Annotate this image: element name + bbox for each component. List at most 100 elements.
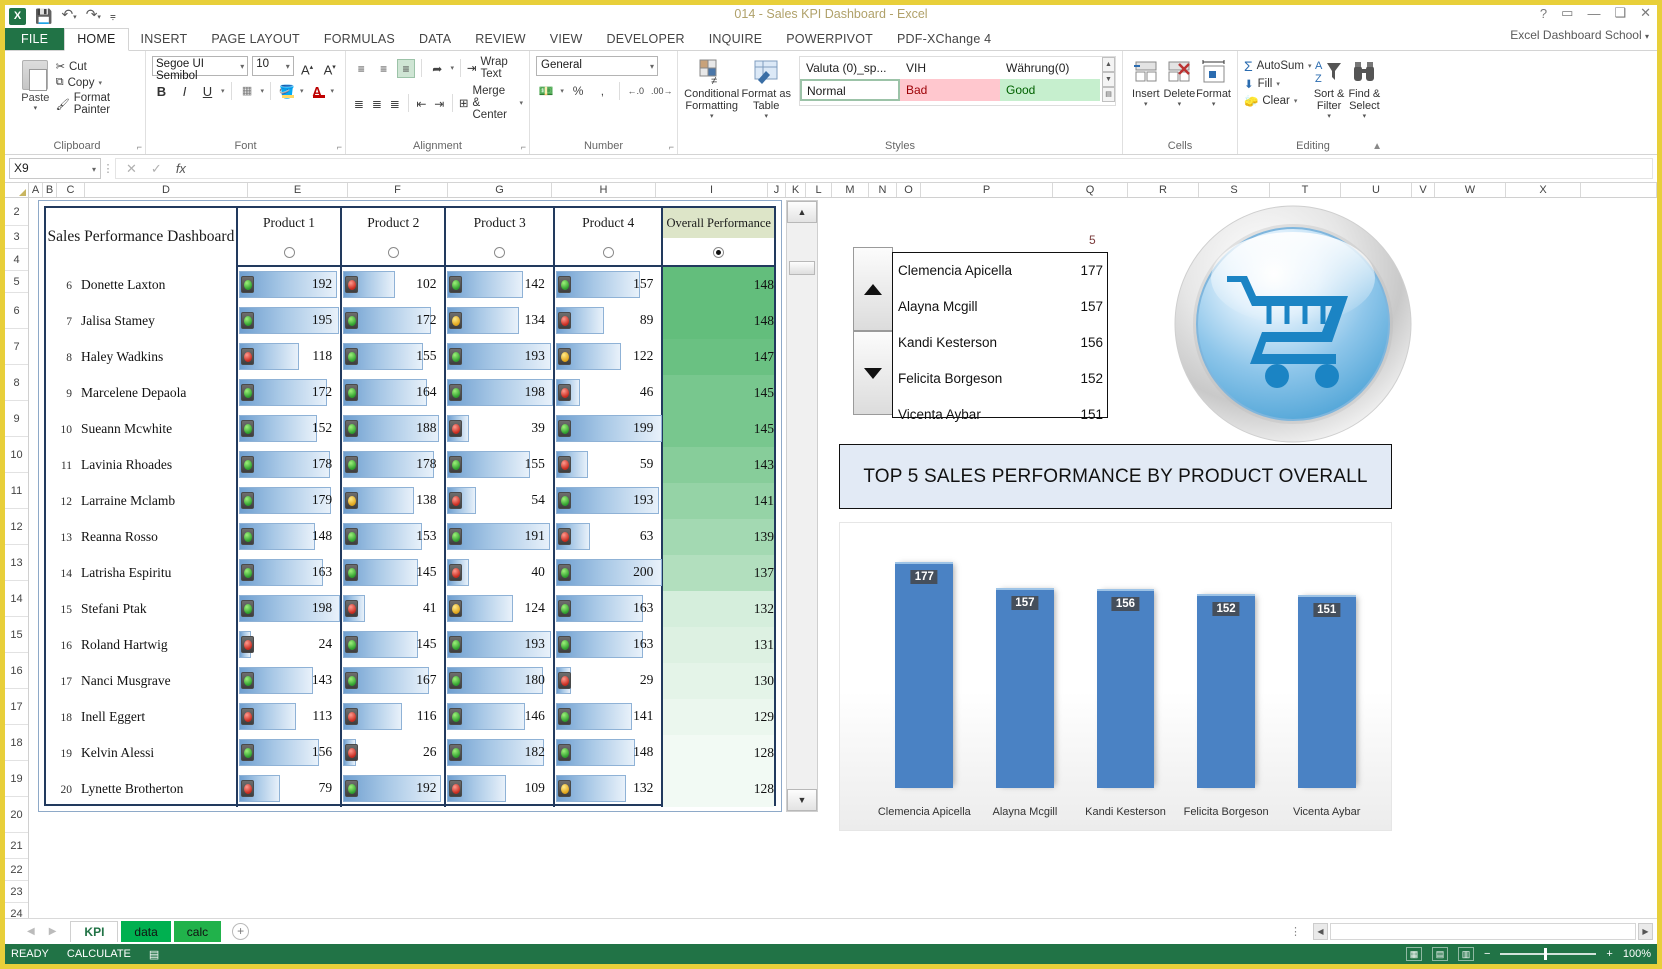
table-row[interactable]: 20Lynette Brotherton79192109132128: [46, 771, 774, 807]
number-dialog-launcher[interactable]: ⌐: [669, 142, 674, 152]
row-8[interactable]: 8: [5, 365, 28, 401]
align-top-icon[interactable]: ≡: [352, 59, 370, 78]
hscroll-left-button[interactable]: ◀: [1313, 923, 1328, 940]
orientation-icon[interactable]: ➦: [428, 59, 446, 78]
styles-gallery-scroll[interactable]: ▲ ▼ ▤: [1102, 57, 1115, 105]
row-13[interactable]: 13: [5, 545, 28, 581]
align-right-icon[interactable]: ≣: [388, 94, 402, 113]
style-valuta[interactable]: Valuta (0)_sp...: [800, 57, 900, 79]
table-row[interactable]: 9Marcelene Depaola17216419846145: [46, 375, 774, 411]
radio-icon[interactable]: [388, 247, 399, 258]
window-controls[interactable]: ? ▭ — ❑ ✕: [1540, 5, 1651, 21]
sheet-overflow-icon[interactable]: ⋮: [1290, 925, 1303, 938]
col-R[interactable]: R: [1128, 183, 1199, 197]
sheet-tab-data[interactable]: data: [121, 921, 170, 942]
spinner-down-button[interactable]: [853, 331, 893, 415]
style-normal[interactable]: Normal: [800, 79, 900, 101]
select-all-corner[interactable]: [5, 183, 29, 197]
col-A[interactable]: A: [29, 183, 43, 197]
sheet-tab-kpi[interactable]: KPI: [70, 921, 118, 942]
radio-icon[interactable]: [284, 247, 295, 258]
style-good[interactable]: Good: [1000, 79, 1100, 101]
col-F[interactable]: F: [348, 183, 448, 197]
tab-inquire[interactable]: INQUIRE: [697, 29, 775, 50]
row-10[interactable]: 10: [5, 437, 28, 473]
radio-overall-performance[interactable]: [662, 238, 774, 266]
row-18[interactable]: 18: [5, 725, 28, 761]
add-sheet-button[interactable]: +: [232, 923, 249, 940]
row-24[interactable]: 24: [5, 903, 28, 918]
table-row[interactable]: 18Inell Eggert113116146141129: [46, 699, 774, 735]
col-U[interactable]: U: [1341, 183, 1412, 197]
tab-home[interactable]: HOME: [64, 28, 128, 51]
row-16[interactable]: 16: [5, 653, 28, 689]
clear-button[interactable]: 🧽Clear▾: [1244, 94, 1311, 108]
collapse-ribbon-icon[interactable]: ▲: [1372, 141, 1382, 152]
col-T[interactable]: T: [1270, 183, 1341, 197]
ribbon-display-options-icon[interactable]: ▭: [1561, 5, 1573, 21]
copy-button[interactable]: ⧉Copy▾: [56, 76, 139, 89]
col-D[interactable]: D: [85, 183, 248, 197]
row-12[interactable]: 12: [5, 509, 28, 545]
col-C[interactable]: C: [57, 183, 85, 197]
align-middle-icon[interactable]: ≡: [374, 59, 392, 78]
radio-product-4[interactable]: [554, 238, 662, 266]
alignment-dialog-launcher[interactable]: ⌐: [521, 142, 526, 152]
borders-dropdown-icon[interactable]: ▾: [261, 87, 265, 95]
row-23[interactable]: 23: [5, 881, 28, 903]
wrap-text-button[interactable]: ⇥Wrap Text: [467, 56, 523, 80]
tab-pdf-xchange[interactable]: PDF-XChange 4: [885, 29, 1003, 50]
accounting-dropdown-icon[interactable]: ▾: [560, 87, 564, 95]
row-22[interactable]: 22: [5, 859, 28, 881]
table-row[interactable]: 12Larraine Mclamb17913854193141: [46, 483, 774, 519]
chevron-down-icon[interactable]: ▾: [240, 62, 244, 71]
close-icon[interactable]: ✕: [1640, 5, 1651, 21]
decrease-indent-icon[interactable]: ⇤: [414, 94, 428, 113]
col-G[interactable]: G: [448, 183, 552, 197]
row-9[interactable]: 9: [5, 401, 28, 437]
orientation-dropdown-icon[interactable]: ▾: [450, 64, 454, 72]
underline-button[interactable]: U: [198, 81, 217, 100]
table-row[interactable]: 11Lavinia Rhoades17817815559143: [46, 447, 774, 483]
row-14[interactable]: 14: [5, 581, 28, 617]
increase-indent-icon[interactable]: ⇥: [432, 94, 446, 113]
format-painter-button[interactable]: 🖌Format Painter: [56, 92, 139, 116]
tab-developer[interactable]: DEVELOPER: [595, 29, 697, 50]
col-W[interactable]: W: [1435, 183, 1506, 197]
font-color-dropdown-icon[interactable]: ▾: [331, 87, 335, 95]
tab-formulas[interactable]: FORMULAS: [312, 29, 407, 50]
tab-view[interactable]: VIEW: [538, 29, 595, 50]
radio-product-1[interactable]: [237, 238, 341, 266]
row-5[interactable]: 5: [5, 271, 28, 293]
horizontal-scrollbar[interactable]: ◀ ▶: [1313, 922, 1653, 940]
tab-page-layout[interactable]: PAGE LAYOUT: [199, 29, 312, 50]
clipboard-dialog-launcher[interactable]: ⌐: [137, 142, 142, 152]
col-Q[interactable]: Q: [1053, 183, 1128, 197]
insert-function-icon[interactable]: fx: [176, 161, 186, 176]
sheet-nav-arrows[interactable]: ◀ ▶: [9, 926, 70, 937]
table-row[interactable]: 14Latrisha Espiritu16314540200137: [46, 555, 774, 591]
row-7[interactable]: 7: [5, 329, 28, 365]
cut-button[interactable]: ✂Cut: [56, 60, 139, 73]
spinner-up-button[interactable]: [853, 247, 893, 331]
align-left-icon[interactable]: ≣: [352, 94, 366, 113]
hscroll-track[interactable]: [1330, 923, 1636, 940]
name-box[interactable]: X9▾: [9, 158, 101, 179]
tab-insert[interactable]: INSERT: [129, 29, 200, 50]
radio-icon[interactable]: [603, 247, 614, 258]
table-row[interactable]: 13Reanna Rosso14815319163139: [46, 519, 774, 555]
scrollbar-thumb[interactable]: [789, 261, 815, 275]
view-normal-icon[interactable]: ▦: [1406, 947, 1422, 961]
row-15[interactable]: 15: [5, 617, 28, 653]
cell-styles-gallery[interactable]: Valuta (0)_sp... Normal VIH Bad Währung(…: [799, 56, 1116, 106]
col-X[interactable]: X: [1506, 183, 1581, 197]
table-row[interactable]: 7Jalisa Stamey19517213489148: [46, 303, 774, 339]
bold-button[interactable]: B: [152, 81, 171, 100]
col-N[interactable]: N: [869, 183, 897, 197]
font-family-input[interactable]: Segoe UI Semibol▾: [152, 56, 248, 76]
help-icon[interactable]: ?: [1540, 6, 1547, 21]
table-row[interactable]: 10Sueann Mcwhite15218839199145: [46, 411, 774, 447]
account-name[interactable]: Excel Dashboard School ▾: [1510, 28, 1649, 42]
accounting-format-icon[interactable]: 💵: [536, 81, 556, 100]
col-P[interactable]: P: [921, 183, 1053, 197]
